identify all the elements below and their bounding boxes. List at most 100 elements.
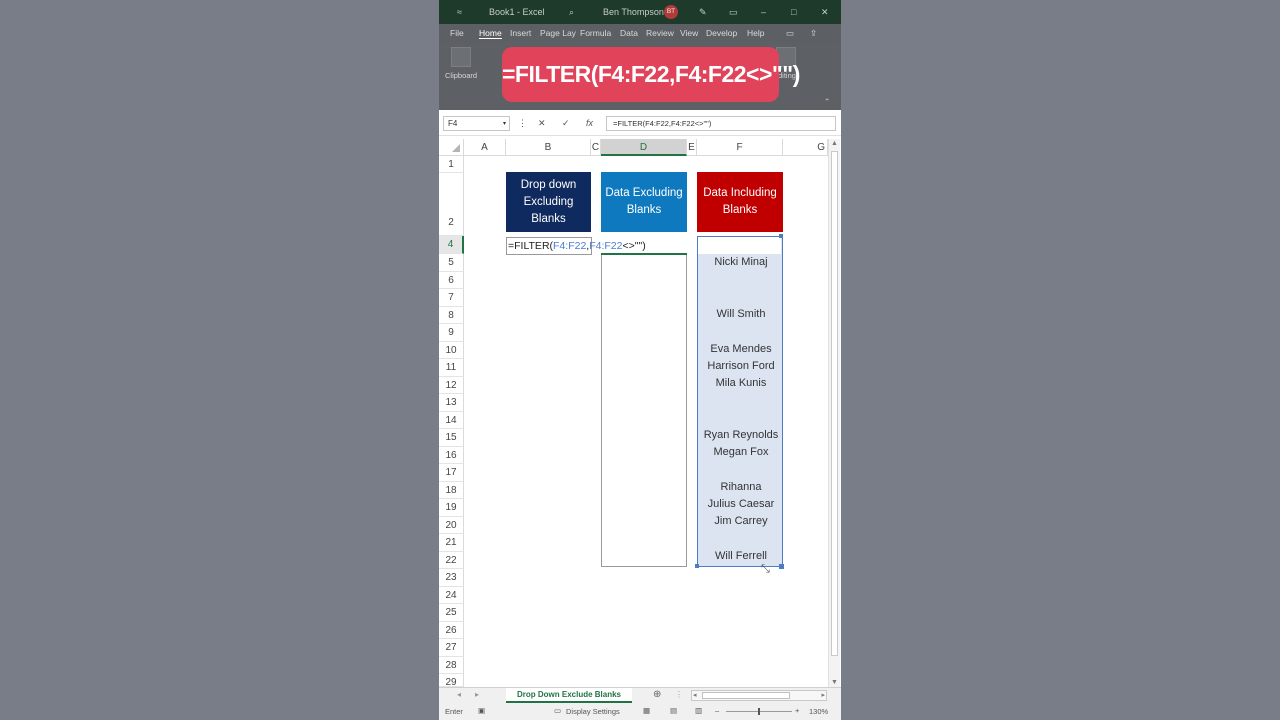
range-handle-bottom-right[interactable]	[779, 564, 784, 569]
scroll-right-icon[interactable]: ▸	[821, 691, 825, 699]
row-header[interactable]: 25	[439, 604, 464, 622]
col-header-e[interactable]: E	[687, 139, 697, 156]
row-header[interactable]: 23	[439, 569, 464, 587]
tab-developer[interactable]: Develop	[706, 28, 737, 38]
h-scroll-thumb[interactable]	[702, 692, 790, 699]
list-item[interactable]: Jim Carrey	[698, 515, 784, 527]
autosave-icon[interactable]: ≈	[457, 7, 462, 17]
pen-icon[interactable]: ✎	[699, 7, 707, 18]
row-header[interactable]: 8	[439, 306, 464, 324]
avatar[interactable]: BT	[664, 5, 678, 19]
row-header[interactable]: 22	[439, 551, 464, 569]
row-header[interactable]: 10	[439, 341, 464, 359]
more-sheets-icon[interactable]: ⋮	[675, 690, 683, 699]
header-data-excluding-blanks[interactable]: Data Excluding Blanks	[601, 172, 687, 232]
paste-button[interactable]	[451, 47, 471, 67]
col-header-a[interactable]: A	[464, 139, 506, 156]
row-header[interactable]: 26	[439, 621, 464, 639]
comments-icon[interactable]: ▭	[786, 28, 794, 39]
formula-input[interactable]: =FILTER(F4:F22,F4:F22<>"")	[606, 116, 836, 131]
row-header[interactable]: 24	[439, 586, 464, 604]
list-item[interactable]: Mila Kunis	[698, 377, 784, 389]
zoom-level[interactable]: 130%	[809, 707, 828, 716]
range-handle-bottom-left[interactable]	[695, 564, 699, 568]
display-settings[interactable]: Display Settings	[566, 707, 620, 716]
row-header[interactable]: 13	[439, 394, 464, 412]
list-item[interactable]: Julius Caesar	[698, 498, 784, 510]
list-item[interactable]: Ryan Reynolds	[698, 429, 784, 441]
row-header[interactable]: 7	[439, 289, 464, 307]
row-header[interactable]: 27	[439, 639, 464, 657]
zoom-slider[interactable]	[726, 708, 792, 715]
tab-file[interactable]: File	[450, 28, 464, 38]
share-icon[interactable]: ⇪	[810, 28, 817, 39]
scroll-up-icon[interactable]: ▲	[831, 140, 838, 147]
insert-function-icon[interactable]: fx	[586, 118, 593, 128]
tab-data[interactable]: Data	[620, 28, 638, 38]
col-header-f[interactable]: F	[697, 139, 783, 156]
scroll-left-icon[interactable]: ◂	[693, 691, 697, 699]
tab-help[interactable]: Help	[747, 28, 764, 38]
list-item[interactable]: Will Smith	[698, 308, 784, 320]
minimize-icon[interactable]: –	[761, 7, 766, 17]
header-data-including-blanks[interactable]: Data Including Blanks	[697, 172, 783, 232]
search-icon[interactable]: ⌕	[569, 7, 574, 18]
name-box[interactable]: F4 ▾	[443, 116, 510, 131]
row-header[interactable]: 17	[439, 464, 464, 482]
tab-home[interactable]: Home	[479, 28, 502, 39]
tab-formulas[interactable]: Formula	[580, 28, 611, 38]
col-header-g[interactable]: G	[783, 139, 828, 156]
tab-page-layout[interactable]: Page Lay	[540, 28, 576, 38]
enter-icon[interactable]: ✓	[562, 118, 570, 129]
list-item[interactable]: Megan Fox	[698, 446, 784, 458]
ribbon-display-icon[interactable]: ▭	[729, 7, 738, 18]
row-header[interactable]: 9	[439, 324, 464, 342]
row-header[interactable]: 15	[439, 429, 464, 447]
spreadsheet-grid[interactable]: A B C D E F G 1 2 4 5 6 7 8 9 10 11 12 1…	[439, 137, 841, 688]
col-header-b[interactable]: B	[506, 139, 591, 156]
row-header[interactable]: 29	[439, 674, 464, 688]
header-drop-down-excluding-blanks[interactable]: Drop down Excluding Blanks	[506, 172, 591, 232]
list-item[interactable]: Eva Mendes	[698, 343, 784, 355]
zoom-in-icon[interactable]: +	[795, 706, 799, 715]
display-settings-icon[interactable]: ▭	[554, 706, 561, 715]
scroll-down-icon[interactable]: ▼	[831, 679, 838, 686]
row-header[interactable]: 21	[439, 534, 464, 552]
cancel-icon[interactable]: ✕	[538, 118, 546, 129]
row-header[interactable]: 16	[439, 446, 464, 464]
list-item[interactable]: Will Ferrell	[698, 550, 784, 562]
sheet-tab-active[interactable]: Drop Down Exclude Blanks	[506, 688, 632, 703]
row-header[interactable]: 12	[439, 376, 464, 394]
row-header[interactable]: 11	[439, 359, 464, 377]
row-header[interactable]: 28	[439, 656, 464, 674]
page-break-icon[interactable]: ▥	[695, 706, 702, 715]
row-header[interactable]: 14	[439, 411, 464, 429]
tab-insert[interactable]: Insert	[510, 28, 531, 38]
data-excluding-blanks-range[interactable]	[601, 254, 687, 567]
range-handle-top[interactable]	[779, 234, 783, 238]
row-header[interactable]: 5	[439, 254, 464, 272]
row-header[interactable]: 18	[439, 481, 464, 499]
row-header[interactable]: 19	[439, 499, 464, 517]
page-layout-icon[interactable]: ▤	[670, 706, 677, 715]
b4-edit-cell[interactable]: =FILTER(F4:F22,F4:F22<>"")	[506, 237, 646, 255]
zoom-thumb[interactable]	[758, 708, 760, 715]
data-including-blanks-range[interactable]: Nicki Minaj Will Smith Eva Mendes Harris…	[697, 236, 783, 567]
row-header[interactable]: 2	[439, 173, 464, 236]
list-item[interactable]: Nicki Minaj	[698, 256, 784, 268]
row-header[interactable]: 1	[439, 156, 464, 173]
close-icon[interactable]: ✕	[821, 7, 829, 18]
tab-review[interactable]: Review	[646, 28, 674, 38]
horizontal-scrollbar[interactable]: ◂ ▸	[691, 690, 827, 701]
list-item[interactable]: Rihanna	[698, 481, 784, 493]
normal-view-icon[interactable]: ▦	[643, 706, 650, 715]
vertical-scrollbar[interactable]: ▲ ▼	[828, 139, 840, 687]
list-item[interactable]: Harrison Ford	[698, 360, 784, 372]
zoom-out-icon[interactable]: –	[715, 706, 719, 715]
col-header-d[interactable]: D	[601, 139, 687, 156]
prev-sheet-icon[interactable]: ◂	[457, 690, 461, 699]
col-header-c[interactable]: C	[591, 139, 601, 156]
scroll-thumb[interactable]	[831, 151, 838, 656]
row-header[interactable]: 20	[439, 516, 464, 534]
maximize-icon[interactable]: □	[791, 7, 796, 17]
